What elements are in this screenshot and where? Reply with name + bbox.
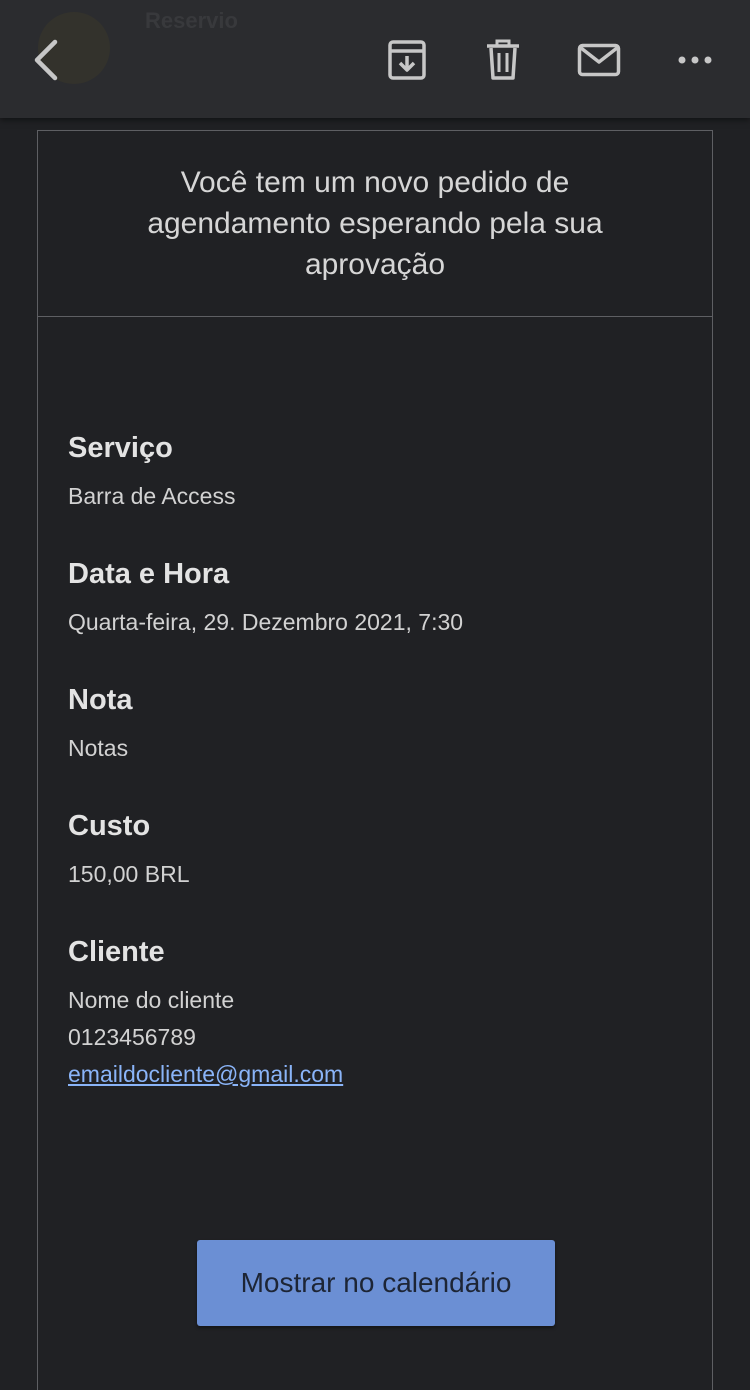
note-field: Nota Notas [68, 683, 678, 767]
email-header-box: Você tem um novo pedido de agendamento e… [38, 131, 712, 317]
back-button[interactable] [20, 34, 72, 86]
field-label: Data e Hora [68, 558, 230, 590]
field-value: Quarta-feira, 29. Dezembro 2021, 7:30 [68, 609, 464, 635]
client-phone[interactable]: 0123456789 [68, 1019, 678, 1056]
field-value: Notas [68, 735, 129, 761]
appointment-details: Serviço Barra de Access Data e Hora Quar… [68, 431, 678, 1135]
datetime-field: Data e Hora Quarta-feira, 29. Dezembro 2… [68, 557, 678, 641]
back-icon [34, 39, 58, 81]
show-in-calendar-button[interactable]: Mostrar no calendário [197, 1240, 555, 1326]
email-body: Você tem um novo pedido de agendamento e… [37, 130, 713, 1390]
archive-button[interactable] [381, 34, 433, 86]
field-label: Nota [68, 684, 133, 716]
field-label: Custo [68, 810, 151, 842]
field-value: Barra de Access [68, 483, 236, 509]
service-field: Serviço Barra de Access [68, 431, 678, 515]
field-label: Cliente [68, 936, 165, 968]
client-email-link[interactable]: emaildocliente@gmail.com [68, 1056, 343, 1093]
client-name: Nome do cliente [68, 987, 235, 1013]
mark-unread-button[interactable] [573, 34, 625, 86]
mail-icon [577, 43, 621, 77]
more-icon [678, 56, 712, 64]
sender-name: Reservio [145, 8, 238, 33]
email-headline: Você tem um novo pedido de agendamento e… [147, 166, 603, 281]
archive-icon [388, 40, 426, 80]
trash-icon [487, 39, 519, 80]
delete-button[interactable] [477, 34, 529, 86]
more-button[interactable] [669, 34, 721, 86]
field-value: 150,00 BRL [68, 861, 190, 887]
top-toolbar: Reservio [0, 0, 750, 118]
field-label: Serviço [68, 432, 173, 464]
cost-field: Custo 150,00 BRL [68, 809, 678, 893]
client-field: Cliente Nome do cliente 0123456789 email… [68, 935, 678, 1093]
